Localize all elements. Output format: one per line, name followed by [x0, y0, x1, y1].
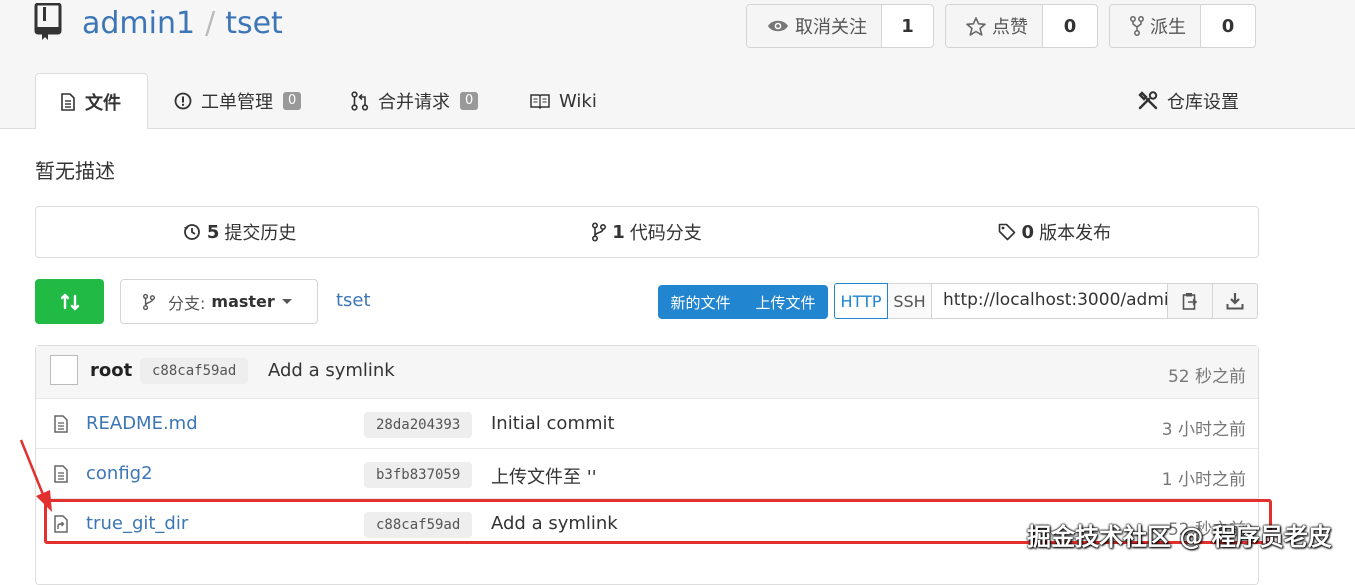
commit-sha[interactable]: c88caf59ad [140, 358, 249, 384]
tab-settings-label: 仓库设置 [1167, 92, 1239, 113]
copy-url-button[interactable] [1168, 283, 1213, 319]
table-row: README.md 28da204393 Initial commit 3 小时… [36, 398, 1258, 449]
file-commit-time: 3 小时之前 [1161, 420, 1246, 440]
chevron-down-icon [281, 299, 292, 304]
book-icon [530, 94, 550, 109]
star-button[interactable]: 点赞 0 [945, 4, 1098, 48]
stat-commits-count: 5 [206, 221, 220, 243]
download-icon [1226, 293, 1244, 310]
clipboard-icon [1182, 293, 1198, 310]
repo-title: admin1 / tset [82, 4, 283, 44]
tab-settings[interactable]: 仓库设置 [1138, 73, 1239, 129]
repo-stats-bar: 5 提交历史 1 代码分支 0 版本发布 [35, 206, 1259, 258]
repo-title-separator: / [205, 6, 216, 41]
file-name-link[interactable]: README.md [86, 413, 198, 434]
commit-message[interactable]: Add a symlink [268, 360, 395, 381]
ssh-clone-button[interactable]: SSH [888, 283, 932, 319]
branch-prefix: 分支: [168, 293, 206, 313]
file-commit-sha[interactable]: b3fb837059 [364, 462, 473, 488]
stat-branches-count: 1 [612, 221, 625, 243]
download-button[interactable] [1213, 283, 1258, 319]
issue-opened-icon [174, 92, 192, 110]
branch-name: master [211, 292, 275, 311]
file-name-link[interactable]: config2 [86, 463, 153, 484]
tab-pull-requests[interactable]: 合并请求 0 [351, 73, 479, 129]
file-text-icon [61, 92, 75, 111]
table-row: config2 b3fb837059 上传文件至 '' 1 小时之前 [36, 448, 1258, 499]
compare-button[interactable] [35, 279, 104, 324]
fork-label-text: 派生 [1150, 17, 1186, 38]
pulls-count-badge: 0 [460, 92, 479, 110]
watch-label-text: 取消关注 [795, 17, 867, 38]
stat-branches[interactable]: 1 代码分支 [443, 207, 850, 257]
file-text-icon [54, 415, 68, 433]
file-action-buttons: 新的文件 上传文件 [658, 285, 828, 319]
file-commit-message[interactable]: Initial commit [491, 413, 615, 434]
branch-icon [592, 222, 607, 242]
upload-file-button[interactable]: 上传文件 [743, 292, 828, 313]
tab-wiki[interactable]: Wiki [530, 73, 597, 129]
fork-button[interactable]: 派生 0 [1109, 4, 1256, 48]
stat-releases-count: 0 [1021, 221, 1035, 243]
fork-icon [1130, 16, 1144, 36]
http-clone-button[interactable]: HTTP [834, 283, 888, 319]
repo-description: 暂无描述 [35, 159, 115, 183]
star-count[interactable]: 0 [1043, 16, 1097, 37]
repo-name-link[interactable]: tset [225, 6, 283, 41]
repo-book-icon [34, 3, 62, 40]
git-compare-icon [60, 293, 79, 310]
branch-dropdown[interactable]: 分支: master [120, 279, 318, 324]
file-commit-time: 1 小时之前 [1161, 470, 1246, 490]
commit-author[interactable]: root [90, 360, 132, 381]
tools-icon [1138, 91, 1158, 110]
star-label[interactable]: 点赞 [946, 5, 1043, 47]
stat-releases-label: 版本发布 [1039, 223, 1112, 244]
git-pull-request-icon [351, 91, 369, 111]
branch-icon [143, 293, 155, 310]
issues-count-badge: 0 [283, 92, 302, 110]
repo-owner-link[interactable]: admin1 [82, 6, 195, 41]
clone-bar: HTTP SSH http://localhost:3000/admin1/ts… [834, 283, 1258, 319]
fork-count[interactable]: 0 [1201, 16, 1255, 37]
annotation-arrow [19, 439, 52, 512]
tab-issues-label: 工单管理 [201, 92, 273, 113]
clone-url-input[interactable]: http://localhost:3000/admin1/tset.git [932, 283, 1168, 319]
tab-pull-requests-label: 合并请求 [378, 92, 450, 113]
breadcrumb-repo-link[interactable]: tset [336, 290, 371, 311]
file-commit-sha[interactable]: 28da204393 [364, 412, 473, 438]
commit-time: 52 秒之前 [1167, 367, 1246, 387]
star-icon [966, 16, 986, 36]
watch-label[interactable]: 取消关注 [747, 5, 882, 47]
eye-icon [768, 20, 788, 32]
latest-commit-row: root c88caf59ad Add a symlink 52 秒之前 [36, 346, 1258, 398]
stat-commits-label: 提交历史 [224, 223, 297, 244]
tab-wiki-label: Wiki [559, 90, 597, 112]
file-commit-message[interactable]: 上传文件至 '' [491, 463, 597, 489]
star-label-text: 点赞 [992, 17, 1028, 38]
stat-branches-label: 代码分支 [629, 223, 702, 244]
watermark: 掘金技术社区 @ 程序员老皮 [1027, 523, 1332, 551]
watch-button[interactable]: 取消关注 1 [746, 4, 934, 48]
tag-icon [998, 223, 1015, 241]
new-file-button[interactable]: 新的文件 [658, 292, 743, 313]
watch-count[interactable]: 1 [882, 16, 933, 37]
stat-releases[interactable]: 0 版本发布 [851, 207, 1258, 257]
tab-files-label: 文件 [85, 92, 121, 114]
stat-commits[interactable]: 5 提交历史 [36, 207, 443, 257]
fork-label[interactable]: 派生 [1110, 5, 1201, 47]
history-icon [183, 224, 200, 240]
tab-issues[interactable]: 工单管理 0 [174, 73, 302, 129]
avatar[interactable] [50, 355, 78, 385]
tab-files[interactable]: 文件 [35, 73, 148, 129]
